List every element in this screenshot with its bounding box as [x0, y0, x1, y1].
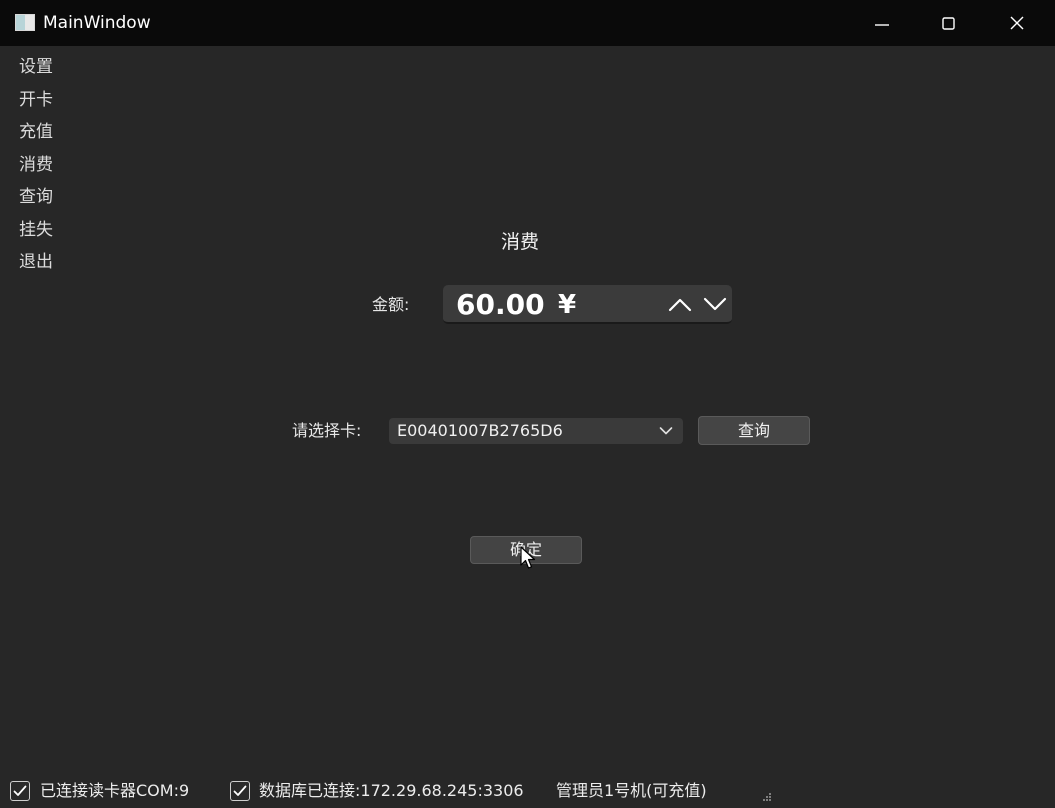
sidebar-item-open-card[interactable]: 开卡 [0, 85, 66, 118]
card-select-dropdown[interactable]: E00401007B2765D6 [389, 418, 683, 444]
main-window: MainWindow 设置 开卡 充值 消费 查询 挂失 退出 消费 金额: 6… [0, 0, 1055, 808]
sidebar-item-query[interactable]: 查询 [0, 182, 66, 215]
chevron-down-icon[interactable] [703, 295, 727, 313]
close-button[interactable] [984, 0, 1050, 46]
title-bar[interactable]: MainWindow [0, 0, 1055, 46]
sidebar-item-exit[interactable]: 退出 [0, 247, 66, 280]
checkmark-icon [13, 785, 27, 796]
card-select-label: 请选择卡: [292, 421, 362, 440]
size-grip-icon[interactable] [762, 792, 772, 802]
chevron-up-icon[interactable] [668, 295, 692, 313]
status-bar: 已连接读卡器COM:9 数据库已连接:172.29.68.245:3306 管理… [0, 776, 1055, 808]
minimize-icon [875, 24, 889, 26]
minimize-button[interactable] [849, 0, 915, 46]
database-connected-checkbox[interactable] [230, 781, 250, 801]
chevron-down-icon [659, 427, 673, 435]
sidebar-menu: 设置 开卡 充值 消费 查询 挂失 退出 [0, 52, 66, 280]
close-icon [1010, 16, 1024, 30]
app-window-icon [15, 14, 35, 31]
admin-status-text: 管理员1号机(可充值) [556, 781, 707, 800]
maximize-icon [942, 17, 955, 30]
sidebar-item-consume[interactable]: 消费 [0, 150, 66, 183]
card-select-value: E00401007B2765D6 [397, 421, 563, 440]
sidebar-item-settings[interactable]: 设置 [0, 52, 66, 85]
query-button[interactable]: 查询 [698, 416, 810, 445]
mouse-cursor-icon [520, 546, 536, 569]
checkmark-icon [233, 785, 247, 796]
sidebar-item-recharge[interactable]: 充值 [0, 117, 66, 150]
amount-value: 60.00 [456, 288, 545, 321]
amount-label: 金额: [372, 295, 410, 314]
amount-currency-unit: ¥ [558, 290, 577, 320]
sidebar-item-report-loss[interactable]: 挂失 [0, 215, 66, 248]
reader-status-text: 已连接读卡器COM:9 [40, 781, 190, 800]
page-title: 消费 [500, 231, 539, 253]
amount-spinbox[interactable]: 60.00 ¥ [443, 285, 732, 324]
maximize-button[interactable] [916, 0, 982, 46]
window-title: MainWindow [43, 13, 151, 33]
database-status-text: 数据库已连接:172.29.68.245:3306 [259, 781, 524, 800]
reader-connected-checkbox[interactable] [10, 781, 30, 801]
